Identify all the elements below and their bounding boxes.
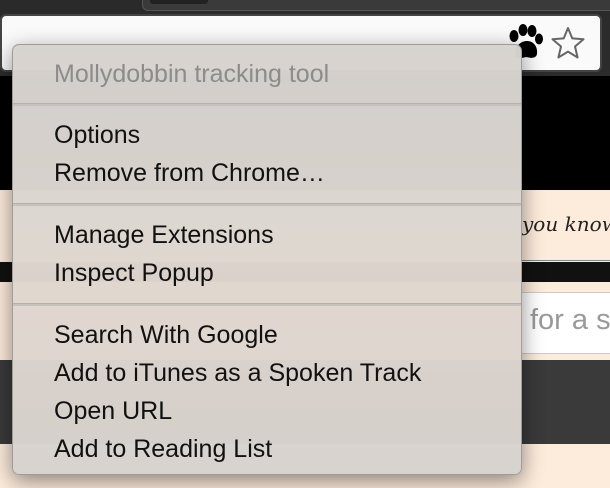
menu-item-add-to-itunes[interactable]: Add to iTunes as a Spoken Track xyxy=(54,356,421,390)
menu-item-inspect-popup[interactable]: Inspect Popup xyxy=(54,256,214,290)
menu-item-remove-from-chrome[interactable]: Remove from Chrome… xyxy=(54,156,325,190)
menu-separator xyxy=(13,203,521,206)
banner-text: you know xyxy=(522,212,610,236)
menu-item-search-with-google[interactable]: Search With Google xyxy=(54,318,278,352)
browser-tab[interactable] xyxy=(142,0,610,11)
menu-title: Mollydobbin tracking tool xyxy=(54,60,330,88)
tab-handle xyxy=(150,0,208,4)
menu-item-manage-extensions[interactable]: Manage Extensions xyxy=(54,218,274,252)
star-icon[interactable] xyxy=(551,26,585,60)
menu-separator xyxy=(13,103,521,106)
search-placeholder: for a s xyxy=(530,304,610,336)
menu-item-options[interactable]: Options xyxy=(54,118,140,152)
context-menu: Mollydobbin tracking tool Options Remove… xyxy=(12,44,522,475)
menu-separator xyxy=(13,303,521,306)
menu-item-open-url[interactable]: Open URL xyxy=(54,394,172,428)
divider xyxy=(520,260,610,261)
menu-item-add-to-reading-list[interactable]: Add to Reading List xyxy=(54,432,272,466)
